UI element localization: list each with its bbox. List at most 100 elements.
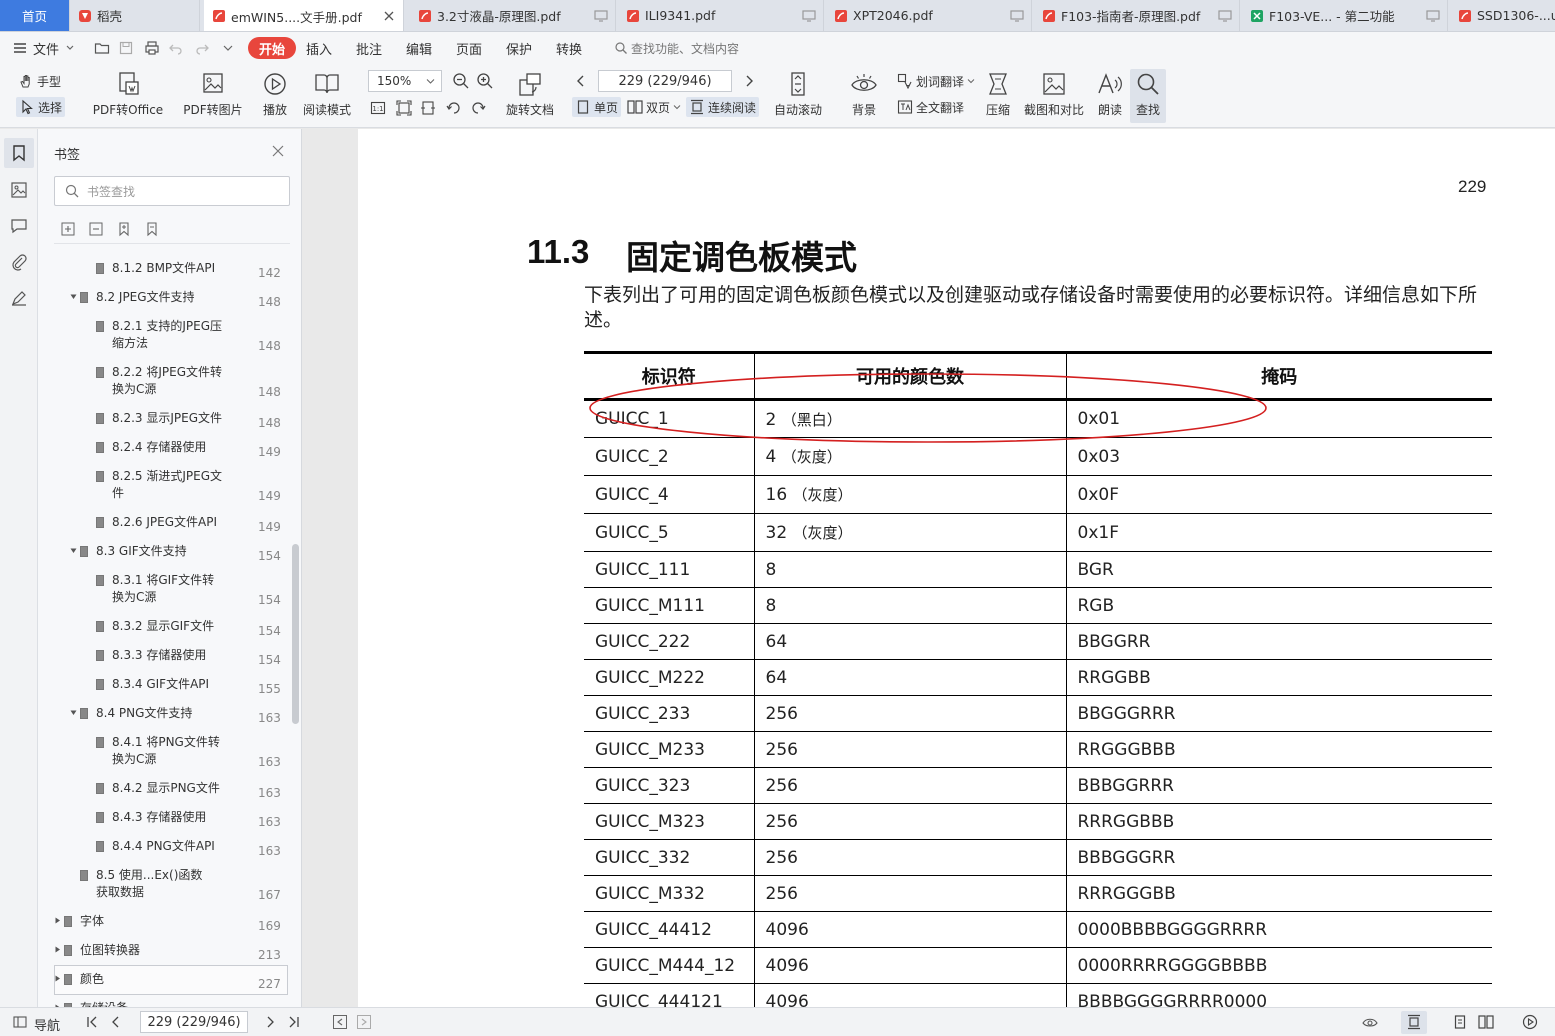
delete-bookmark-icon[interactable]	[144, 221, 160, 237]
actual-size-icon[interactable]: 1:1	[370, 100, 386, 116]
thumbnail-icon[interactable]	[10, 181, 28, 199]
navigation-label[interactable]: 导航	[34, 1015, 60, 1034]
first-page-icon[interactable]	[84, 1014, 100, 1030]
back-view-icon[interactable]	[332, 1014, 348, 1030]
tab-f103-sheet[interactable]: F103-VE... - 第二功能	[1242, 0, 1448, 31]
full-translate-button[interactable]: 全文翻译	[897, 97, 964, 117]
zoom-out-icon[interactable]	[452, 72, 470, 90]
menu-insert[interactable]: 插入	[306, 32, 332, 64]
background-button[interactable]: 背景	[846, 64, 882, 118]
collapse-all-icon[interactable]	[88, 221, 104, 237]
tab-lcd-schematic[interactable]: 3.2寸液晶-原理图.pdf	[410, 0, 616, 31]
status-page-input[interactable]: 229 (229/946)	[140, 1011, 248, 1033]
bookmark-item[interactable]: 8.2.4 存储器使用 149	[38, 438, 288, 466]
play-button[interactable]: 播放	[258, 64, 292, 118]
attachment-icon[interactable]	[10, 253, 28, 271]
bookmark-item[interactable]: 8.4 PNG文件支持 163	[38, 704, 288, 732]
bookmark-item[interactable]: 位图转换器 213	[38, 941, 288, 969]
bookmark-item[interactable]: 8.3.1 将GIF文件转换为C源 154	[38, 571, 288, 617]
zoom-in-icon[interactable]	[476, 72, 494, 90]
bookmark-item[interactable]: 字体 169	[38, 912, 288, 940]
bookmark-item[interactable]: 8.1.2 BMP文件API 142	[38, 259, 288, 287]
menu-start[interactable]: 开始	[248, 37, 297, 59]
bookmark-item[interactable]: 8.3 GIF文件支持 154	[38, 542, 288, 570]
bookmark-item[interactable]: 8.2.3 显示JPEG文件 148	[38, 409, 288, 437]
previous-page-icon[interactable]	[574, 73, 588, 89]
bookmark-item[interactable]: 8.4.2 显示PNG文件 163	[38, 779, 288, 807]
rotate-document-button[interactable]: 旋转文档	[502, 64, 558, 118]
auto-scroll-button[interactable]: 自动滚动	[768, 64, 828, 118]
undo-icon[interactable]	[168, 40, 184, 56]
tab-docer[interactable]: 稻壳	[70, 0, 200, 31]
tree-expanded-icon[interactable]	[70, 709, 77, 716]
double-page-icon[interactable]	[1478, 1014, 1494, 1030]
tree-collapsed-icon[interactable]	[54, 946, 61, 953]
tree-collapsed-icon[interactable]	[54, 975, 61, 982]
play-icon[interactable]	[1522, 1014, 1538, 1030]
word-translate-button[interactable]: 划词翻译	[897, 71, 975, 91]
next-page-icon[interactable]	[262, 1014, 278, 1030]
eye-protect-icon[interactable]	[1362, 1014, 1378, 1030]
feature-search[interactable]: 查找功能、文档内容	[614, 32, 739, 64]
redo-icon[interactable]	[194, 40, 210, 56]
menu-page[interactable]: 页面	[456, 32, 482, 64]
tree-expanded-icon[interactable]	[70, 547, 77, 554]
rotate-left-icon[interactable]	[446, 100, 462, 116]
fit-page-icon[interactable]	[396, 100, 412, 116]
bookmark-item[interactable]: 8.3.3 存储器使用 154	[38, 646, 288, 674]
single-page-button[interactable]: 单页	[572, 97, 622, 117]
bookmark-item[interactable]: 存储设备	[38, 999, 288, 1007]
menu-file[interactable]: 文件	[33, 32, 75, 64]
tab-home[interactable]: 首页	[0, 0, 70, 31]
panel-scrollbar[interactable]	[292, 544, 299, 724]
navigation-icon[interactable]	[12, 1014, 28, 1030]
tab-close-icon[interactable]	[381, 8, 397, 24]
bookmark-search-input[interactable]: 书签查找	[54, 176, 290, 206]
bookmark-item[interactable]: 8.4.1 将PNG文件转换为C源 163	[38, 733, 288, 779]
single-page-icon[interactable]	[1452, 1014, 1468, 1030]
bookmark-item[interactable]: 8.4.4 PNG文件API 163	[38, 837, 288, 865]
continuous-scroll-icon[interactable]	[1406, 1014, 1422, 1030]
close-icon[interactable]	[272, 145, 284, 157]
open-folder-icon[interactable]	[94, 40, 110, 56]
bookmark-item[interactable]: 颜色 227	[38, 970, 288, 998]
menu-annotate[interactable]: 批注	[356, 32, 382, 64]
add-bookmark-icon[interactable]	[116, 221, 132, 237]
forward-view-icon[interactable]	[356, 1014, 372, 1030]
tab-emwin-manual[interactable]: emWIN5....文手册.pdf	[204, 0, 404, 31]
print-icon[interactable]	[144, 40, 160, 56]
next-page-icon[interactable]	[742, 73, 756, 89]
screenshot-compare-button[interactable]: 截图和对比	[1022, 64, 1086, 118]
read-mode-button[interactable]: 阅读模式	[301, 64, 353, 118]
pdf-to-image-button[interactable]: PDF转图片	[182, 64, 244, 118]
double-page-button[interactable]: 双页	[627, 97, 681, 117]
hand-tool-button[interactable]: 手型	[18, 71, 61, 91]
find-button[interactable]: 查找	[1130, 69, 1166, 123]
bookmark-item[interactable]: 8.3.2 显示GIF文件 154	[38, 617, 288, 645]
bookmark-item[interactable]: 8.2.6 JPEG文件API 149	[38, 513, 288, 541]
bookmark-icon[interactable]	[10, 144, 28, 162]
read-aloud-button[interactable]: 朗读	[1094, 64, 1126, 118]
tab-f103-schematic[interactable]: F103-指南者-原理图.pdf	[1034, 0, 1240, 31]
zoom-select[interactable]: 150%	[368, 70, 442, 92]
last-page-icon[interactable]	[286, 1014, 302, 1030]
bookmark-item[interactable]: 8.4.3 存储器使用 163	[38, 808, 288, 836]
compress-button[interactable]: 压缩	[982, 64, 1014, 118]
menu-convert[interactable]: 转换	[556, 32, 582, 64]
tree-collapsed-icon[interactable]	[54, 917, 61, 924]
menu-protect[interactable]: 保护	[506, 32, 532, 64]
bookmark-item[interactable]: 8.3.4 GIF文件API 155	[38, 675, 288, 703]
fit-width-icon[interactable]	[420, 100, 436, 116]
rotate-right-icon[interactable]	[470, 100, 486, 116]
chevron-down-icon[interactable]	[220, 40, 236, 56]
menu-edit[interactable]: 编辑	[406, 32, 432, 64]
hamburger-icon[interactable]	[12, 40, 28, 56]
select-tool-button[interactable]: 选择	[16, 97, 66, 117]
page-number-input[interactable]: 229 (229/946)	[598, 70, 732, 92]
save-icon[interactable]	[118, 40, 134, 56]
bookmark-item[interactable]: 8.2 JPEG文件支持 148	[38, 288, 288, 316]
bookmark-item[interactable]: 8.5 使用...Ex()函数获取数据 167	[38, 866, 288, 912]
tab-ili9341[interactable]: ILI9341.pdf	[618, 0, 824, 31]
bookmark-item[interactable]: 8.2.5 渐进式JPEG文件 149	[38, 467, 288, 513]
signature-icon[interactable]	[10, 289, 28, 307]
